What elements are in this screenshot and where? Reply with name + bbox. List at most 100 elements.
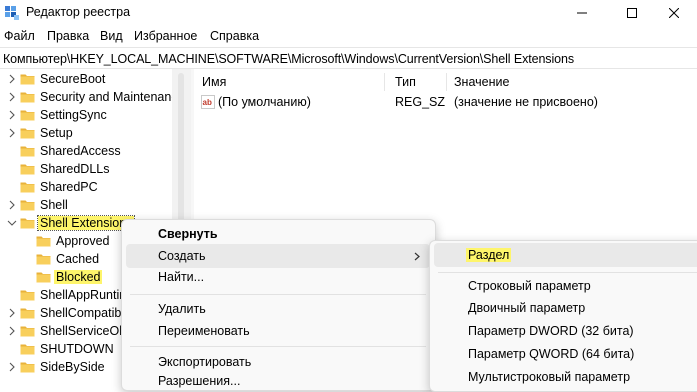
menu-favorites[interactable]: Избранное — [134, 29, 197, 43]
chevron-right-icon[interactable] — [7, 91, 17, 103]
value-name: (По умолчанию) — [218, 95, 311, 109]
submenu-item-multistring-value-label: Мультистроковый параметр — [468, 370, 631, 384]
svg-text:ab: ab — [203, 98, 212, 107]
chevron-right-icon[interactable] — [7, 361, 17, 373]
submenu-item-qword-value-label: Параметр QWORD (64 бита) — [468, 347, 635, 361]
context-item-permissions-label: Разрешения... — [158, 374, 241, 388]
chevron-right-icon[interactable] — [7, 127, 17, 139]
tree-item-label: ShellAppRuntim — [40, 288, 130, 302]
folder-icon — [20, 218, 35, 229]
tree-item-shareddlls[interactable]: SharedDLLs — [0, 160, 191, 178]
submenu-item-key-label: Раздел — [466, 248, 512, 262]
submenu-item-binary-value[interactable]: Двоичный параметр — [434, 296, 697, 320]
tree-item-security-and-maintenanc[interactable]: Security and Maintenanc — [0, 88, 191, 106]
context-item-delete[interactable]: Удалить — [126, 297, 430, 321]
submenu-item-string-value[interactable]: Строковый параметр — [434, 274, 697, 298]
context-item-collapse[interactable]: Свернуть — [126, 222, 430, 246]
tree-item-label: ShellCompatibi — [40, 306, 125, 320]
tree-item-sharedaccess[interactable]: SharedAccess — [0, 142, 191, 160]
submenu-item-binary-value-label: Двоичный параметр — [468, 301, 586, 315]
column-header-name[interactable]: Имя — [202, 75, 226, 89]
submenu-item-key[interactable]: Раздел — [434, 243, 697, 267]
column-header-type[interactable]: Тип — [395, 75, 416, 89]
menu-view[interactable]: Вид — [100, 29, 123, 43]
menu-help[interactable]: Справка — [210, 29, 259, 43]
folder-icon — [20, 128, 35, 139]
address-path[interactable]: Компьютер\HKEY_LOCAL_MACHINE\SOFTWARE\Mi… — [3, 52, 574, 66]
tree-item-label: Shell — [40, 198, 68, 212]
tree-item-label: Approved — [56, 234, 110, 248]
column-header-value[interactable]: Значение — [454, 75, 509, 89]
menu-bar: Файл Правка Вид Избранное Справка — [0, 26, 697, 46]
minimize-icon — [577, 12, 587, 14]
context-item-find-label: Найти... — [158, 270, 205, 284]
folder-icon — [20, 110, 35, 121]
tree-item-secureboot[interactable]: SecureBoot — [0, 70, 191, 88]
maximize-icon — [627, 8, 637, 18]
chevron-down-icon[interactable] — [7, 217, 17, 229]
folder-icon — [20, 164, 35, 175]
submenu-item-qword-value[interactable]: Параметр QWORD (64 бита) — [434, 342, 697, 366]
tree-item-sharedpc[interactable]: SharedPC — [0, 178, 191, 196]
folder-icon — [20, 308, 35, 319]
tree-item-label: Shell Extensions — [36, 215, 136, 231]
tree-item-label: Setup — [40, 126, 73, 140]
menu-separator — [130, 294, 426, 295]
value-data: (значение не присвоено) — [454, 95, 598, 109]
submenu-item-dword-value[interactable]: Параметр DWORD (32 бита) — [434, 319, 697, 343]
menu-separator — [130, 346, 426, 347]
new-submenu: Раздел Строковый параметр Двоичный парам… — [429, 240, 697, 392]
chevron-right-icon[interactable] — [7, 109, 17, 121]
folder-icon — [20, 146, 35, 157]
menu-file[interactable]: Файл — [4, 29, 35, 43]
value-row[interactable]: ab (По умолчанию) REG_SZ (значение не пр… — [194, 95, 697, 113]
context-item-delete-label: Удалить — [158, 302, 206, 316]
chevron-right-icon[interactable] — [7, 73, 17, 85]
tree-item-settingsync[interactable]: SettingSync — [0, 106, 191, 124]
string-value-icon: ab — [201, 95, 215, 109]
registry-editor-icon — [5, 6, 19, 20]
context-item-rename-label: Переименовать — [158, 324, 250, 338]
column-divider[interactable] — [384, 73, 385, 91]
close-button[interactable] — [651, 0, 697, 26]
close-icon — [669, 8, 679, 18]
context-item-new-label: Создать — [158, 249, 206, 263]
context-item-permissions[interactable]: Разрешения... — [126, 369, 430, 390]
tree-item-label: SharedPC — [40, 180, 98, 194]
tree-item-label: Cached — [56, 252, 100, 266]
context-item-rename[interactable]: Переименовать — [126, 319, 430, 343]
tree-item-setup[interactable]: Setup — [0, 124, 191, 142]
window-title: Редактор реестра — [26, 5, 131, 19]
chevron-right-icon[interactable] — [7, 325, 17, 337]
tree-item-label: SideBySide — [40, 360, 105, 374]
folder-icon — [36, 254, 51, 265]
maximize-button[interactable] — [609, 0, 655, 26]
context-item-collapse-label: Свернуть — [158, 227, 218, 241]
minimize-button[interactable] — [559, 0, 605, 26]
folder-icon — [20, 290, 35, 301]
chevron-right-icon — [414, 252, 420, 261]
folder-icon — [20, 326, 35, 337]
folder-icon — [20, 362, 35, 373]
tree-item-label: SecureBoot — [40, 72, 106, 86]
context-item-find[interactable]: Найти... — [126, 265, 430, 289]
column-divider[interactable] — [446, 73, 447, 91]
submenu-item-string-value-label: Строковый параметр — [468, 279, 591, 293]
context-menu: Свернуть Создать Найти... Удалить Переим… — [121, 219, 436, 391]
folder-icon — [20, 74, 35, 85]
address-bar[interactable]: Компьютер\HKEY_LOCAL_MACHINE\SOFTWARE\Mi… — [0, 47, 697, 69]
tree-item-label: SharedAccess — [40, 144, 121, 158]
tree-item-label: Blocked — [54, 270, 103, 284]
tree-item-label: SHUTDOWN — [40, 342, 114, 356]
submenu-item-multistring-value[interactable]: Мультистроковый параметр — [434, 365, 697, 389]
folder-icon — [36, 272, 51, 283]
chevron-right-icon[interactable] — [7, 307, 17, 319]
tree-item-shell[interactable]: Shell — [0, 196, 191, 214]
tree-item-label: SettingSync — [40, 108, 107, 122]
title-bar: Редактор реестра — [0, 0, 697, 26]
menu-edit[interactable]: Правка — [47, 29, 89, 43]
folder-icon — [36, 236, 51, 247]
tree-item-label: Security and Maintenanc — [40, 90, 178, 104]
folder-icon — [20, 200, 35, 211]
chevron-right-icon[interactable] — [7, 199, 17, 211]
